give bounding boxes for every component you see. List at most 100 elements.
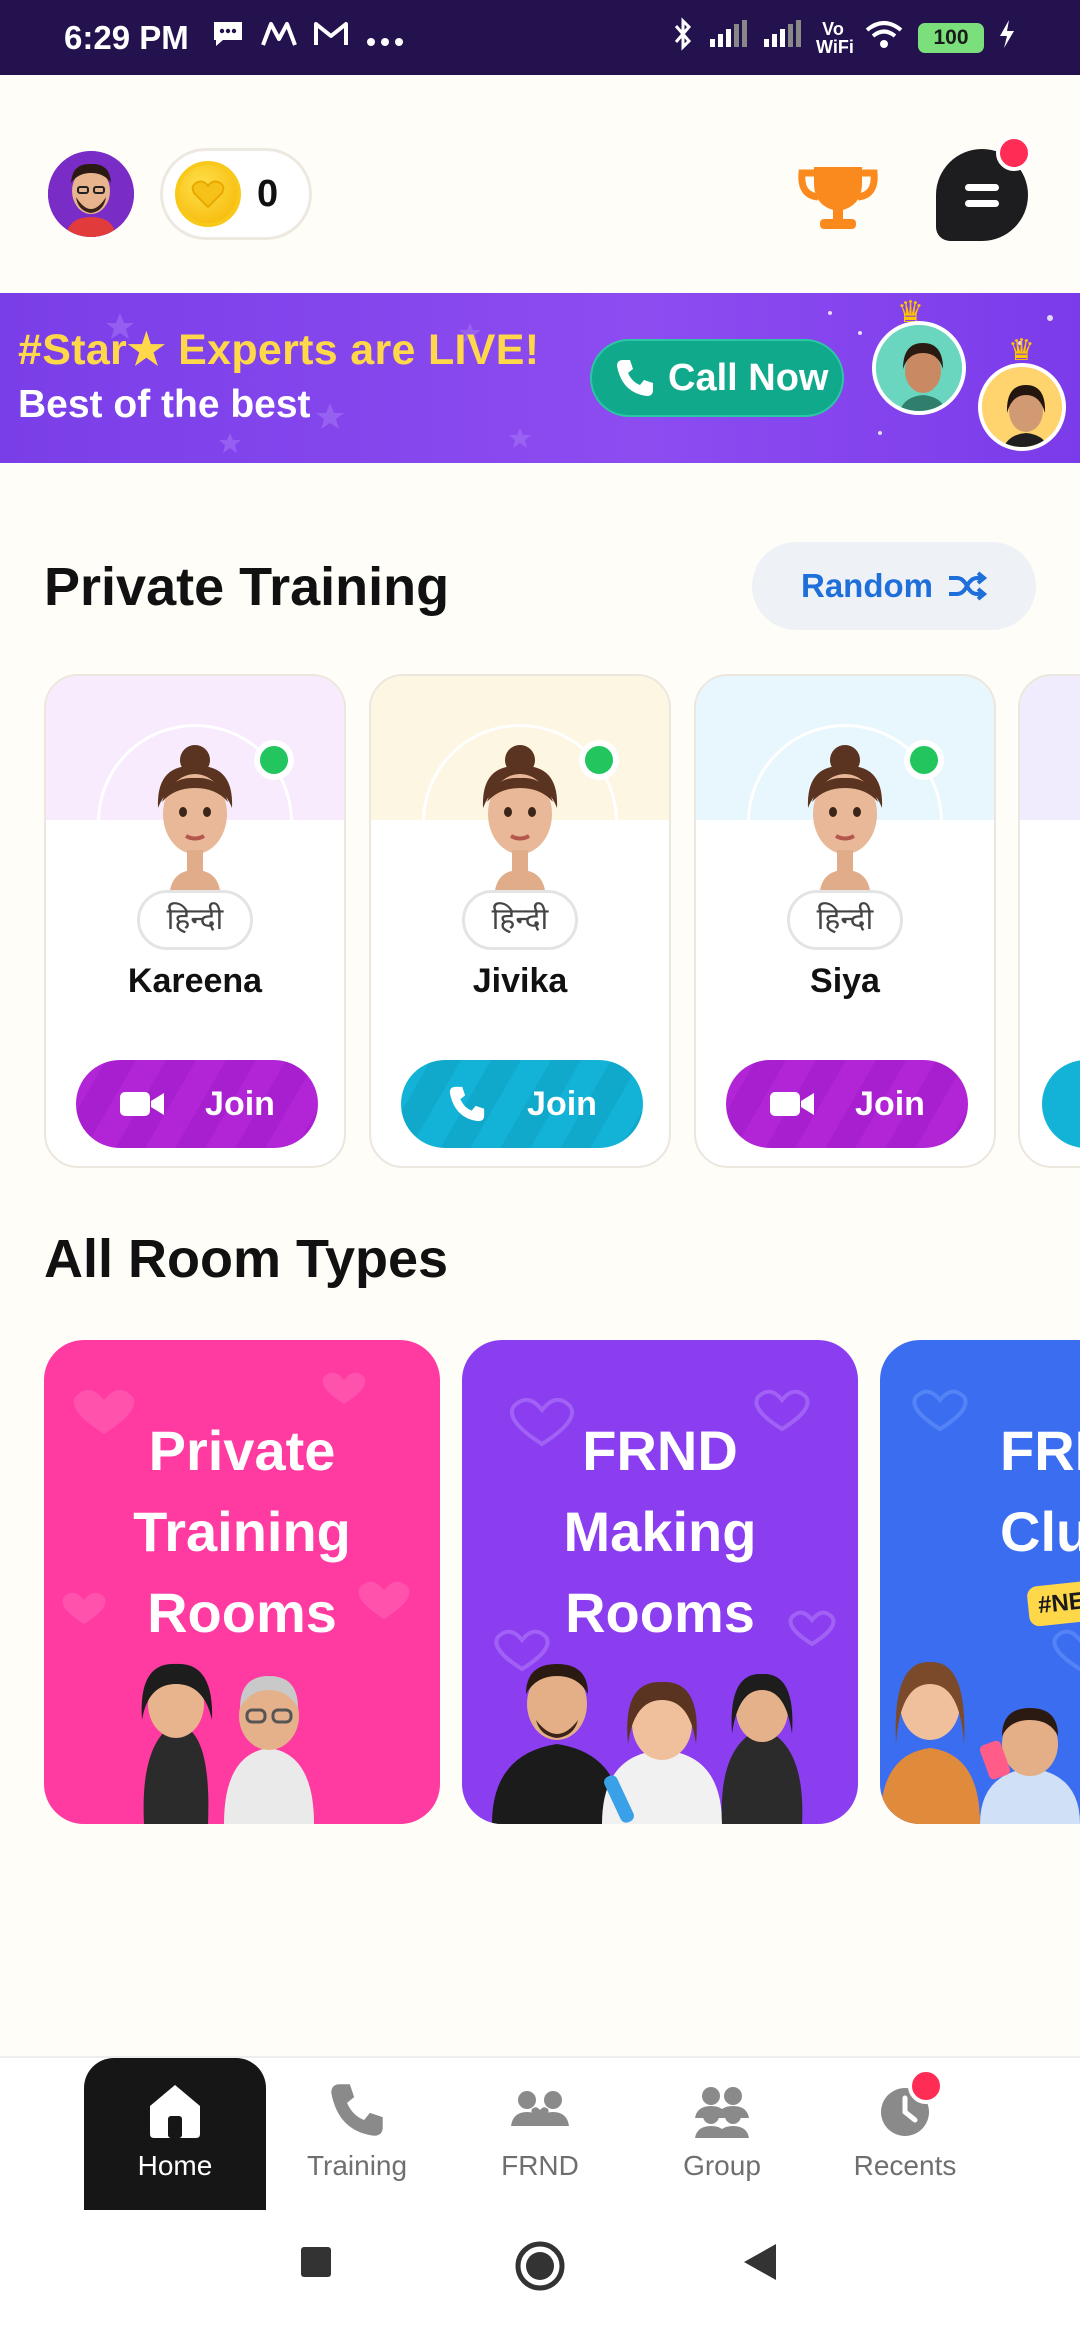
- more-dots-icon: [365, 21, 405, 55]
- join-call-button[interactable]: Join: [401, 1060, 643, 1148]
- room-title: FRND Making Rooms: [462, 1410, 858, 1653]
- notification-dot: [996, 135, 1032, 171]
- coin-balance[interactable]: 0: [160, 148, 312, 240]
- nav-home[interactable]: Home: [84, 2058, 266, 2212]
- nav-label: Home: [137, 2150, 213, 2181]
- room-people-illustration: [141, 1663, 314, 1824]
- room-private-training[interactable]: Private Training Rooms: [44, 1340, 440, 1824]
- room-people-illustration: [492, 1664, 803, 1824]
- m-logo-icon: [260, 21, 297, 55]
- back-triangle-icon: [744, 2244, 776, 2280]
- expert-avatar: [872, 321, 966, 415]
- profile-avatar[interactable]: [48, 151, 134, 237]
- home-icon: [150, 2085, 200, 2138]
- status-time: 6:29 PM: [64, 18, 189, 56]
- room-people-illustration: [880, 1661, 1080, 1824]
- signal-icon: [762, 19, 802, 56]
- nav-training[interactable]: Training: [266, 2058, 448, 2212]
- video-camera-icon: [770, 1092, 815, 1116]
- online-indicator: [579, 740, 619, 780]
- room-title: FRI Clu: [880, 1410, 1080, 1572]
- trainer-card-kareena[interactable]: हिन्दी Kareena Join: [44, 674, 346, 1168]
- circle-icon: [515, 2241, 565, 2291]
- room-title-line: Clu: [1000, 1500, 1080, 1563]
- gmail-icon: [313, 20, 349, 56]
- nav-group[interactable]: Group: [631, 2058, 813, 2212]
- call-now-label: Call Now: [668, 356, 829, 399]
- friends-icon: [511, 2091, 569, 2126]
- nav-recents[interactable]: Recents: [814, 2058, 996, 2212]
- join-call-button[interactable]: [1042, 1060, 1080, 1148]
- trainer-avatar: [482, 745, 558, 890]
- language-badge: हिन्दी: [462, 890, 578, 950]
- random-label: Random: [801, 567, 933, 604]
- call-now-button[interactable]: Call Now: [590, 339, 844, 417]
- room-title-line: Training: [133, 1500, 351, 1563]
- status-right: Vo WiFi 100: [672, 17, 1016, 58]
- trainer-name: Siya: [810, 962, 880, 1000]
- private-training-title: Private Training: [44, 557, 450, 617]
- nav-label: Training: [306, 2150, 408, 2181]
- battery-indicator: 100: [918, 22, 984, 53]
- star-experts-banner[interactable]: #Star★ Experts are LIVE! Best of the bes…: [0, 293, 1080, 463]
- expert-avatar: [978, 363, 1066, 451]
- back-button[interactable]: [742, 2242, 778, 2287]
- join-video-button[interactable]: Join: [76, 1060, 318, 1148]
- square-icon: [301, 2247, 331, 2277]
- trainer-card-jivika[interactable]: हिन्दी Jivika Join: [369, 674, 671, 1168]
- all-room-types-title: All Room Types: [44, 1229, 449, 1289]
- wifi-icon: [864, 19, 904, 56]
- phone-icon: [449, 1086, 485, 1122]
- trainer-name: Kareena: [127, 962, 263, 1000]
- random-button[interactable]: Random: [752, 542, 1036, 630]
- room-title-line: Private: [148, 1419, 336, 1482]
- menu-line: [965, 199, 999, 207]
- nav-label: Recents: [853, 2150, 957, 2181]
- app-screen: 6:29 PM Vo WiFi 100 0 #Star★ Experts are…: [0, 0, 1080, 2340]
- shuffle-icon: [949, 571, 987, 601]
- banner-subtitle: Best of the best: [18, 383, 311, 426]
- bottom-navigation: Home Training FRND Group Recents: [0, 2056, 1080, 2212]
- language-badge: हिन्दी: [787, 890, 903, 950]
- phone-icon: [331, 2084, 383, 2136]
- join-label: Join: [527, 1084, 597, 1123]
- language-badge: हिन्दी: [137, 890, 253, 950]
- menu-line: [965, 183, 999, 191]
- home-system-button[interactable]: [514, 2240, 566, 2297]
- trainer-card-siya[interactable]: हिन्दी Siya Join: [694, 674, 996, 1168]
- top-header: 0: [0, 75, 1080, 293]
- video-camera-icon: [120, 1092, 165, 1116]
- trainer-avatar: [157, 745, 233, 890]
- room-title-line: FRI: [1000, 1419, 1080, 1482]
- nav-frnd[interactable]: FRND: [449, 2058, 631, 2212]
- coin-icon: [175, 161, 241, 227]
- room-frnd-making[interactable]: FRND Making Rooms: [462, 1340, 858, 1824]
- recent-apps-button[interactable]: [300, 2246, 332, 2283]
- card-top-bg: [1020, 676, 1080, 820]
- room-frnd-club[interactable]: FRI Clu #NE: [880, 1340, 1080, 1824]
- online-indicator: [254, 740, 294, 780]
- vowifi-icon: Vo WiFi: [816, 18, 854, 57]
- trainer-avatar: [807, 745, 883, 890]
- signal-icon: [708, 19, 748, 56]
- join-video-button[interactable]: Join: [726, 1060, 968, 1148]
- charging-icon: [998, 19, 1016, 56]
- message-icon: [211, 19, 245, 57]
- status-bar: 6:29 PM Vo WiFi 100: [0, 0, 1080, 75]
- trophy-icon[interactable]: [796, 157, 880, 237]
- online-indicator: [904, 740, 944, 780]
- coin-count: 0: [257, 172, 279, 215]
- nav-label: FRND: [501, 2150, 579, 2181]
- join-label: Join: [855, 1084, 925, 1123]
- bluetooth-icon: [672, 17, 694, 58]
- recents-badge: [908, 2068, 944, 2104]
- room-title-line: Making: [563, 1500, 757, 1563]
- trainer-name: Jivika: [472, 962, 568, 1000]
- trainer-card-partial[interactable]: [1018, 674, 1080, 1168]
- banner-headline: #Star★ Experts are LIVE!: [18, 326, 540, 374]
- nav-label: Group: [683, 2150, 761, 2181]
- phone-icon: [617, 360, 653, 396]
- room-title: Private Training Rooms: [44, 1410, 440, 1653]
- room-title-line: FRND: [582, 1419, 738, 1482]
- system-navigation-bar: [0, 2210, 1080, 2340]
